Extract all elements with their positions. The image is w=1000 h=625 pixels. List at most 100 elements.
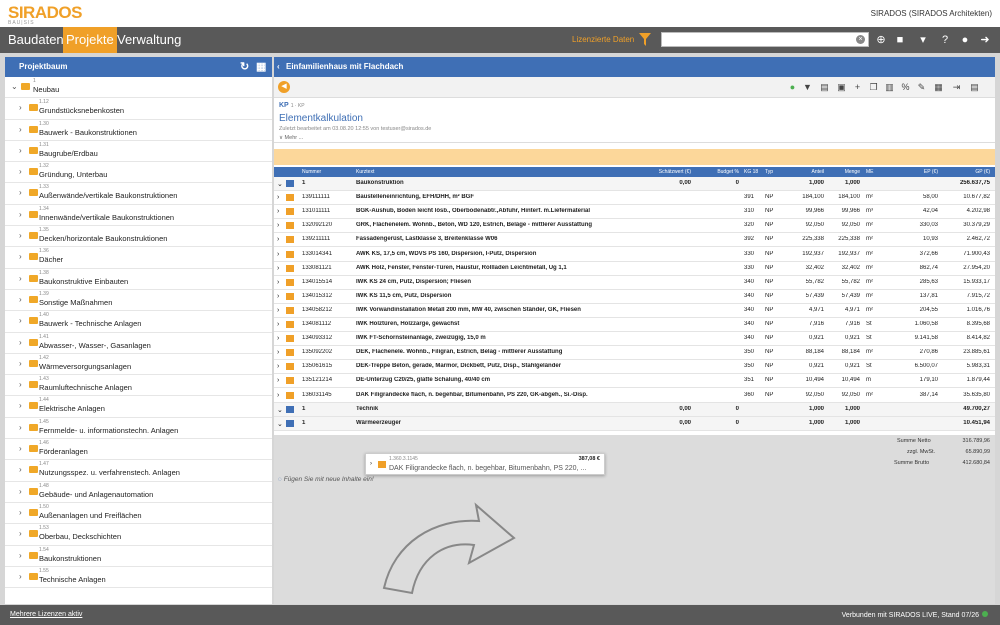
chevron-right-icon[interactable]: › bbox=[19, 487, 22, 496]
col-kurztext[interactable]: Kurztext bbox=[356, 169, 374, 175]
tree-item[interactable]: › 1.31 Baugrube/Erdbau bbox=[5, 141, 272, 163]
chevron-right-icon[interactable]: › bbox=[19, 551, 22, 560]
chevron-right-icon[interactable]: › bbox=[19, 210, 22, 219]
tree-item[interactable]: › 1.47 Nutzungsspez. u. verfahrenstech. An… bbox=[5, 460, 272, 482]
chevron-right-icon[interactable]: › bbox=[277, 265, 279, 272]
tree-item[interactable]: › 1.43 Raumluftechnische Anlagen bbox=[5, 375, 272, 397]
table-row[interactable]: › 135121214 DE-Unterzug C20/25, glatte Sch… bbox=[274, 374, 995, 389]
col-anteil[interactable]: Anteil bbox=[784, 169, 824, 175]
col-schaetzwert[interactable]: Schätzwert (€) bbox=[644, 169, 691, 175]
tree-root[interactable]: ⌄ 1 Neubau bbox=[5, 77, 272, 99]
chevron-down-icon[interactable]: ⌄ bbox=[277, 420, 283, 428]
tree-item[interactable]: › 1.42 Wärmeversorgungsanlagen bbox=[5, 354, 272, 376]
help-icon[interactable]: ? bbox=[938, 33, 952, 47]
tree-item[interactable]: › 1.40 Bauwerk - Technische Anlagen bbox=[5, 311, 272, 333]
chevron-right-icon[interactable]: › bbox=[277, 251, 279, 258]
tree-item[interactable]: › 1.34 Innenwände/vertikale Baukonstruktio… bbox=[5, 205, 272, 227]
tree-item[interactable]: › 1.45 Fernmelde- u. informationstechn. An… bbox=[5, 418, 272, 440]
chevron-right-icon[interactable]: › bbox=[277, 236, 279, 243]
chevron-right-icon[interactable]: › bbox=[277, 307, 279, 314]
licenses-link[interactable]: Mehrere Lizenzen aktiv bbox=[10, 611, 82, 618]
chevron-right-icon[interactable]: › bbox=[277, 222, 279, 229]
video-icon[interactable]: ■ bbox=[893, 33, 907, 47]
tree-item[interactable]: › 1.50 Außenanlagen und Freiflächen bbox=[5, 503, 272, 525]
chevron-right-icon[interactable]: › bbox=[277, 377, 279, 384]
table-row[interactable]: › 135061615 DEK-Treppe Beton, gerade, Marm… bbox=[274, 360, 995, 375]
logout-icon[interactable]: ➜ bbox=[978, 33, 992, 47]
licensed-data-label[interactable]: Lizenzierte Daten bbox=[572, 35, 634, 44]
chevron-right-icon[interactable]: › bbox=[19, 125, 22, 134]
chevron-right-icon[interactable]: › bbox=[19, 572, 22, 581]
chevron-right-icon[interactable]: › bbox=[19, 465, 22, 474]
chevron-down-icon[interactable]: ⌄ bbox=[11, 82, 18, 91]
chevron-right-icon[interactable]: › bbox=[277, 293, 279, 300]
refresh-icon[interactable]: ↻ bbox=[240, 57, 249, 77]
chevron-right-icon[interactable]: › bbox=[19, 359, 22, 368]
table-row[interactable]: › 133081121 AWK Holz, Fenster, Fenster-Tür… bbox=[274, 262, 995, 276]
col-budget[interactable]: Budget % bbox=[699, 169, 739, 175]
tree-item[interactable]: › 1.30 Bauwerk - Baukonstruktionen bbox=[5, 120, 272, 141]
chevron-right-icon[interactable]: › bbox=[277, 335, 279, 342]
chevron-down-icon[interactable]: ⌄ bbox=[277, 406, 283, 414]
copy-icon[interactable]: ❐ bbox=[868, 81, 879, 93]
col-gp[interactable]: GP (€) bbox=[946, 169, 990, 175]
chevron-right-icon[interactable]: › bbox=[277, 349, 279, 356]
back-button[interactable]: ◀ bbox=[278, 81, 290, 93]
chevron-right-icon[interactable]: › bbox=[19, 231, 22, 240]
chevron-right-icon[interactable]: › bbox=[19, 380, 22, 389]
table-row[interactable]: › 139211111 Fassadengerüst, Lastklasse 3, … bbox=[274, 233, 995, 248]
chevron-right-icon[interactable]: › bbox=[19, 188, 22, 197]
more-link[interactable]: ∨ Mehr ... bbox=[279, 135, 303, 141]
tree-item[interactable]: › 1.55 Technische Anlagen bbox=[5, 567, 272, 589]
col-ep[interactable]: EP (€) bbox=[894, 169, 938, 175]
lock-icon[interactable]: ▣ bbox=[836, 81, 847, 93]
col-me[interactable]: ME bbox=[866, 169, 874, 175]
table-row[interactable]: › 134015514 IWK KS 24 cm, Putz, Dispersion… bbox=[274, 276, 995, 290]
zoom-icon[interactable]: ⊕ bbox=[874, 33, 888, 47]
chevron-right-icon[interactable]: › bbox=[19, 316, 22, 325]
grid-icon[interactable]: ▦ bbox=[256, 57, 266, 77]
tree-item[interactable]: › 1.35 Decken/horizontale Baukonstruktione… bbox=[5, 226, 272, 248]
chevron-right-icon[interactable]: › bbox=[277, 363, 279, 370]
chevron-right-icon[interactable]: › bbox=[19, 103, 22, 112]
chevron-down-icon[interactable]: ⌄ bbox=[277, 180, 283, 188]
table-row[interactable]: › 131011111 BGK-Aushub, Boden leicht lösb.… bbox=[274, 205, 995, 220]
add-icon[interactable]: + bbox=[852, 81, 863, 93]
tab-projekte[interactable]: Projekte bbox=[63, 27, 117, 53]
table-row[interactable]: ⌄ 1 Baukonstruktion 0,00 0 1,000 1,000 256.637,… bbox=[274, 177, 995, 191]
tree-item[interactable]: › 1.12 Grundstücksnebenkosten bbox=[5, 98, 272, 120]
edit-icon[interactable]: ✎ bbox=[916, 81, 927, 93]
table-row[interactable]: › 133014341 AWK KS, 17,5 cm, WDVS PS 160, … bbox=[274, 248, 995, 262]
search-input[interactable] bbox=[661, 32, 869, 47]
table-row[interactable]: ⌄ 1 Technik 0,00 0 1,000 1,000 49.700,27 bbox=[274, 402, 995, 417]
chevron-right-icon[interactable]: › bbox=[277, 321, 279, 328]
tab-baudaten[interactable]: Baudaten bbox=[5, 27, 67, 53]
drag-preview[interactable]: › 1.360.3.1145 387,08 € DAK Filigrandeck… bbox=[365, 453, 605, 475]
user-icon[interactable]: ● bbox=[958, 33, 972, 47]
table-row[interactable]: › 134081112 IWK Holztüren, Holzzarge, gewa… bbox=[274, 318, 995, 332]
calculation-title[interactable]: Elementkalkulation bbox=[279, 113, 363, 124]
chevron-right-icon[interactable]: › bbox=[277, 392, 279, 399]
tab-verwaltung[interactable]: Verwaltung bbox=[114, 27, 184, 53]
download-icon[interactable]: ● bbox=[787, 81, 798, 93]
print-icon[interactable]: ▤ bbox=[819, 81, 830, 93]
chevron-right-icon[interactable]: › bbox=[19, 508, 22, 517]
col-menge[interactable]: Menge bbox=[826, 169, 860, 175]
chevron-right-icon[interactable]: › bbox=[19, 529, 22, 538]
col-nummer[interactable]: Nummer bbox=[302, 169, 321, 175]
chevron-right-icon[interactable]: › bbox=[19, 274, 22, 283]
table-row[interactable]: › 139111111 Baustelleneinrichtung, EFH/DHH… bbox=[274, 191, 995, 206]
calc-icon[interactable]: ▦ bbox=[933, 81, 944, 93]
table-row[interactable]: › 134058212 IWK Vorwandinstallation Metall… bbox=[274, 304, 995, 318]
col-typ[interactable]: Typ bbox=[765, 169, 773, 175]
tree-item[interactable]: › 1.33 Außenwände/vertikale Baukonstruktio… bbox=[5, 183, 272, 205]
tree-item[interactable]: › 1.53 Oberbau, Deckschichten bbox=[5, 524, 272, 546]
tree-item[interactable]: › 1.32 Gründung, Unterbau bbox=[5, 162, 272, 184]
chevron-right-icon[interactable]: › bbox=[19, 444, 22, 453]
col-kg[interactable]: KG 18 bbox=[744, 169, 758, 175]
chevron-right-icon[interactable]: › bbox=[19, 401, 22, 410]
tree-item[interactable]: › 1.48 Gebäude- und Anlagenautomation bbox=[5, 482, 272, 503]
table-row[interactable]: ⌄ 1 Wärmeerzeuger 0,00 0 1,000 1,000 10.451,94 bbox=[274, 416, 995, 431]
tree-item[interactable]: › 1.36 Dächer bbox=[5, 247, 272, 269]
chevron-right-icon[interactable]: › bbox=[277, 208, 279, 215]
